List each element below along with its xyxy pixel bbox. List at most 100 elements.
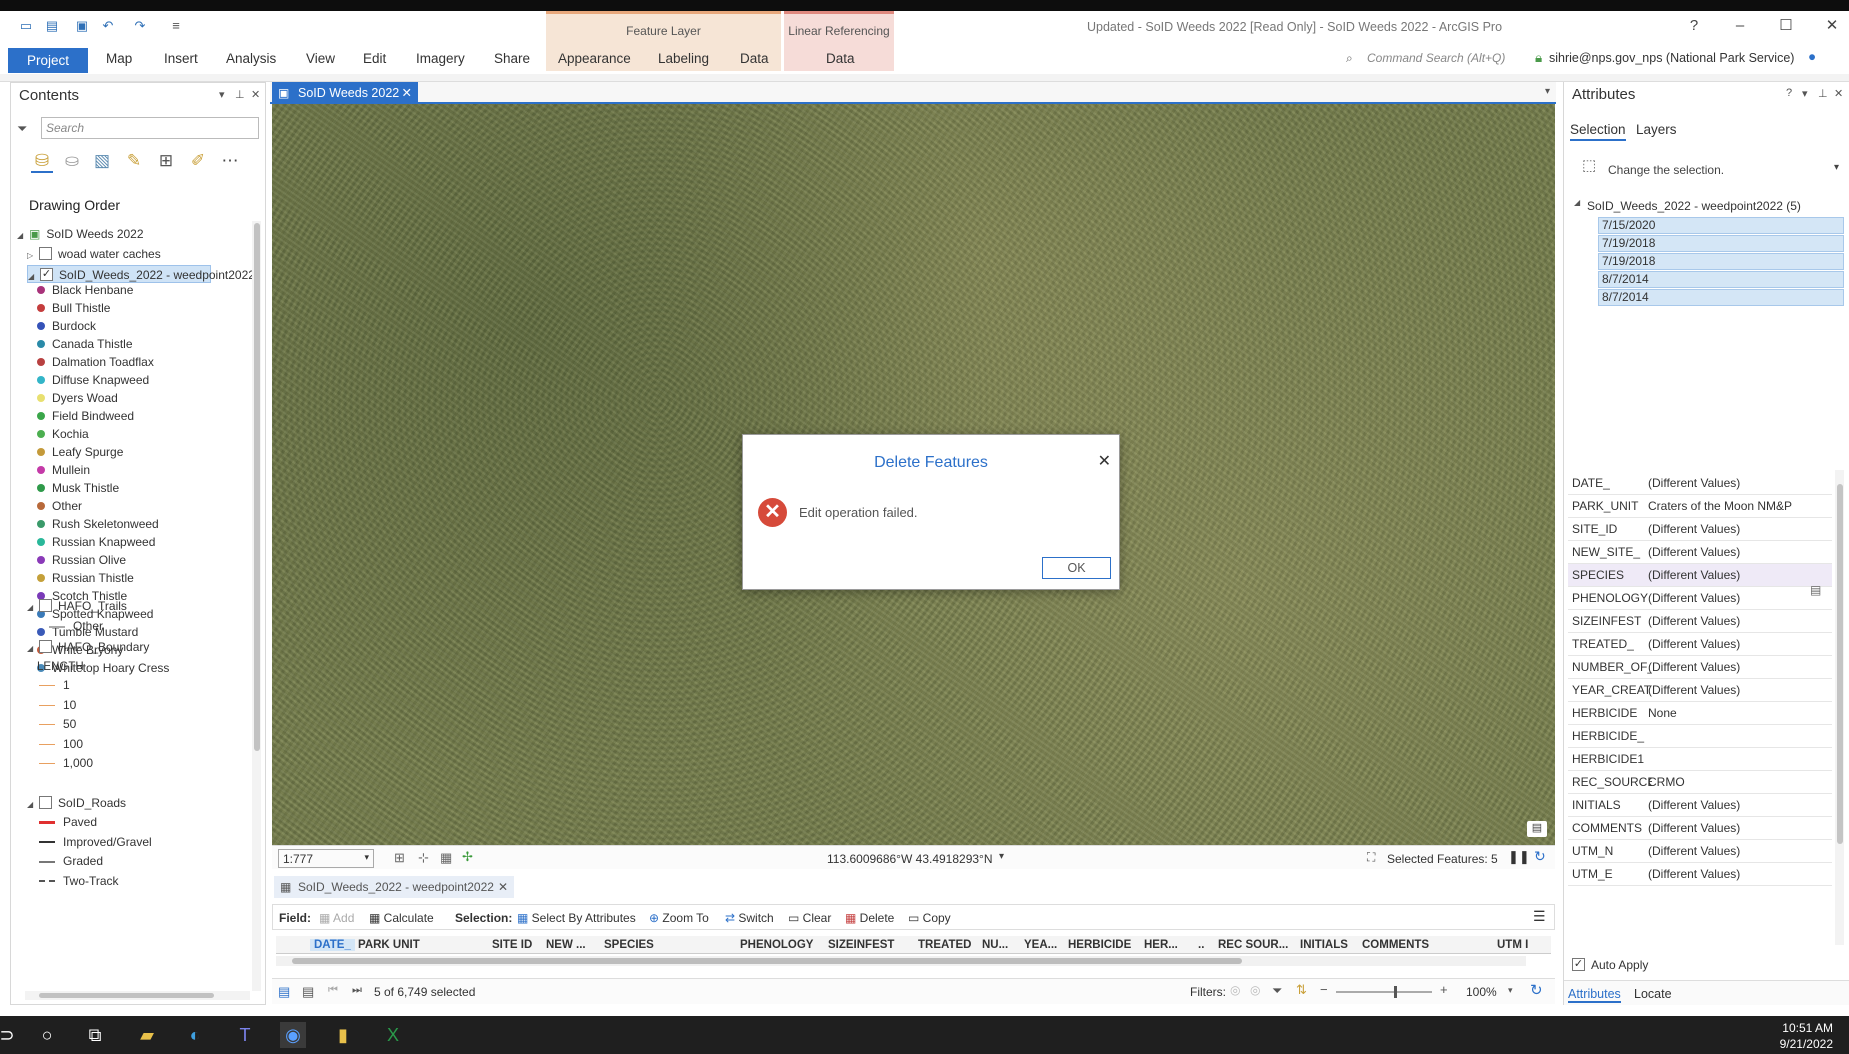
change-selection-label[interactable]: Change the selection. bbox=[1608, 163, 1724, 177]
pane-close-icon[interactable]: ✕ bbox=[251, 88, 260, 101]
tab-share[interactable]: Share bbox=[494, 51, 530, 66]
list-by-drawing-order-icon[interactable]: ⛁ bbox=[31, 151, 53, 173]
selected-feature-item[interactable]: 7/19/2018 bbox=[1598, 253, 1844, 270]
teams-icon[interactable]: T bbox=[232, 1022, 258, 1048]
tab-locate[interactable]: Locate bbox=[1634, 987, 1672, 1001]
attribute-row[interactable]: COMMENTS (Different Values) bbox=[1568, 817, 1832, 840]
attribute-row[interactable]: HERBICIDE1 bbox=[1568, 748, 1832, 771]
filter-icon[interactable]: ⏷ bbox=[17, 121, 27, 137]
layer-weeds-checkbox[interactable]: ✓ bbox=[40, 268, 53, 282]
attribute-row[interactable]: HERBICIDE_ bbox=[1568, 725, 1832, 748]
tab-lr-data[interactable]: Data bbox=[826, 51, 855, 66]
list-by-source-icon[interactable]: ⛀ bbox=[61, 151, 83, 173]
tab-edit[interactable]: Edit bbox=[363, 51, 386, 66]
tab-attribute-table[interactable]: ▦ SoID_Weeds_2022 - weedpoint2022 ✕ bbox=[274, 876, 514, 898]
file-explorer-icon[interactable]: ▰ bbox=[134, 1022, 160, 1048]
coordinate-format-icon[interactable]: ▾ bbox=[999, 851, 1004, 862]
close-icon[interactable]: ✕ bbox=[1822, 16, 1842, 36]
tab-appearance[interactable]: Appearance bbox=[558, 51, 631, 66]
attribute-row[interactable]: REC_SOURCE CRMO bbox=[1568, 771, 1832, 794]
attribute-field-value[interactable]: (Different Values) bbox=[1648, 518, 1740, 540]
layer-roads[interactable]: ◢ SoID_Roads bbox=[27, 794, 126, 812]
start-icon[interactable]: ⊃ bbox=[0, 1022, 20, 1048]
selected-feature-item[interactable]: 7/19/2018 bbox=[1598, 235, 1844, 252]
scale-selector[interactable]: 1:777 ▾ bbox=[278, 849, 374, 868]
attribute-field-value[interactable]: (Different Values) bbox=[1648, 679, 1740, 701]
attribute-field-value[interactable]: (Different Values) bbox=[1648, 472, 1740, 494]
user-account[interactable]: sihrie@nps.gov_nps (National Park Servic… bbox=[1549, 51, 1794, 65]
attribute-field-value[interactable]: (Different Values) bbox=[1648, 656, 1740, 678]
list-by-editing-icon[interactable]: ✎ bbox=[123, 151, 145, 173]
system-clock[interactable]: 10:51 AM 9/21/2022 bbox=[1780, 1020, 1833, 1052]
help-button[interactable]: ? bbox=[1684, 16, 1704, 36]
column-herbicide[interactable]: HERBICIDE bbox=[1068, 939, 1131, 951]
tab-list-icon[interactable]: ▾ bbox=[1545, 86, 1550, 97]
zoom-out-icon[interactable]: − bbox=[1320, 982, 1328, 997]
attribute-row[interactable]: TREATED_ (Different Values) bbox=[1568, 633, 1832, 656]
selection-layer-node[interactable]: SoID_Weeds_2022 - weedpoint2022 (5) bbox=[1587, 199, 1801, 213]
snapping-icon[interactable]: ⊹ bbox=[418, 850, 429, 866]
map-node[interactable]: ◢ ▣ SoID Weeds 2022 bbox=[17, 225, 144, 243]
task-view-icon[interactable]: ⧉ bbox=[82, 1022, 108, 1048]
command-search-input[interactable]: Command Search (Alt+Q) bbox=[1367, 51, 1562, 71]
attribute-field-value[interactable]: (Different Values) bbox=[1648, 817, 1740, 839]
layer-hafo-trails-checkbox[interactable] bbox=[39, 599, 52, 613]
select-by-attributes-button[interactable]: ▦ Select By Attributes bbox=[517, 911, 636, 925]
contents-scroll-thumb[interactable] bbox=[254, 223, 260, 751]
pause-icon[interactable]: ❚❚ bbox=[1508, 849, 1530, 865]
attribute-row[interactable]: SPECIES (Different Values) bbox=[1568, 564, 1832, 587]
undo-icon[interactable]: ↶ bbox=[100, 18, 116, 33]
filter-extent-icon[interactable]: ◎ bbox=[1230, 983, 1240, 997]
tab-map-view[interactable]: ▣ SoID Weeds 2022 ✕ bbox=[272, 82, 418, 104]
add-field-button[interactable]: ▦ Add bbox=[319, 911, 354, 925]
more-options-icon[interactable]: ⋯ bbox=[219, 151, 241, 173]
attribute-field-value[interactable]: (Different Values) bbox=[1648, 840, 1740, 862]
layer-woad[interactable]: ▷ woad water caches bbox=[27, 245, 161, 263]
zoom-in-icon[interactable]: + bbox=[1440, 982, 1448, 997]
attribute-field-value[interactable]: (Different Values) bbox=[1648, 541, 1740, 563]
tab-view[interactable]: View bbox=[306, 51, 335, 66]
contents-hscrollbar[interactable] bbox=[25, 991, 250, 1000]
sort-icon[interactable]: ⇅ bbox=[1296, 982, 1307, 998]
tab-insert[interactable]: Insert bbox=[164, 51, 198, 66]
attribute-row[interactable]: YEAR_CREAT (Different Values) bbox=[1568, 679, 1832, 702]
copy-button[interactable]: ▭ Copy bbox=[908, 911, 951, 925]
open-project-icon[interactable]: ▤ bbox=[44, 18, 60, 33]
tab-map[interactable]: Map bbox=[106, 51, 132, 66]
attribute-row[interactable]: DATE_ (Different Values) bbox=[1568, 472, 1832, 495]
list-by-snapping-icon[interactable]: ⊞ bbox=[155, 151, 177, 173]
minimize-icon[interactable]: – bbox=[1730, 16, 1750, 36]
maximize-icon[interactable]: ☐ bbox=[1776, 16, 1796, 36]
switch-button[interactable]: ⇄ Switch bbox=[725, 911, 774, 925]
attribute-field-value[interactable]: (Different Values) bbox=[1648, 794, 1740, 816]
show-all-records-icon[interactable]: ▤ bbox=[278, 984, 290, 1000]
dialog-close-icon[interactable]: ✕ bbox=[1098, 451, 1111, 471]
edge-icon[interactable]: ◐ bbox=[182, 1022, 208, 1048]
attribute-field-value[interactable]: (Different Values) bbox=[1648, 564, 1740, 586]
tab-attributes[interactable]: Attributes bbox=[1568, 987, 1621, 1003]
auto-apply-checkbox[interactable]: ✓ Auto Apply bbox=[1572, 958, 1648, 972]
tab-imagery[interactable]: Imagery bbox=[416, 51, 465, 66]
clear-button[interactable]: ▭ Clear bbox=[788, 911, 831, 925]
redo-icon[interactable]: ↷ bbox=[132, 18, 148, 33]
attribute-field-value[interactable]: (Different Values) bbox=[1648, 587, 1740, 609]
column-initials[interactable]: INITIALS bbox=[1300, 939, 1348, 951]
column-herbicide-1[interactable]: .. bbox=[1198, 939, 1204, 951]
attribute-field-value[interactable]: (Different Values) bbox=[1648, 610, 1740, 632]
list-by-labeling-icon[interactable]: ✐ bbox=[187, 151, 209, 173]
tab-analysis[interactable]: Analysis bbox=[226, 51, 276, 66]
customize-toolbar-icon[interactable]: ≡ bbox=[168, 18, 184, 33]
pin-icon[interactable]: ⊥ bbox=[235, 88, 245, 101]
attribute-row[interactable]: PARK_UNIT Craters of the Moon NM&P bbox=[1568, 495, 1832, 518]
column-rec-source[interactable]: REC SOUR... bbox=[1218, 939, 1288, 951]
zoom-slider[interactable] bbox=[1336, 986, 1432, 998]
search-icon[interactable]: ○ bbox=[34, 1022, 60, 1048]
selected-feature-item[interactable]: 8/7/2014 bbox=[1598, 289, 1844, 306]
tab-layers[interactable]: Layers bbox=[1636, 122, 1677, 137]
layer-woad-checkbox[interactable] bbox=[39, 247, 52, 261]
show-selected-records-icon[interactable]: ▤ bbox=[302, 984, 314, 1000]
layer-hafo-trails[interactable]: ◢ HAFO_Trails bbox=[27, 597, 127, 615]
table-hscrollbar[interactable] bbox=[276, 956, 1526, 966]
tab-data[interactable]: Data bbox=[740, 51, 769, 66]
attribute-row[interactable]: NEW_SITE_ (Different Values) bbox=[1568, 541, 1832, 564]
